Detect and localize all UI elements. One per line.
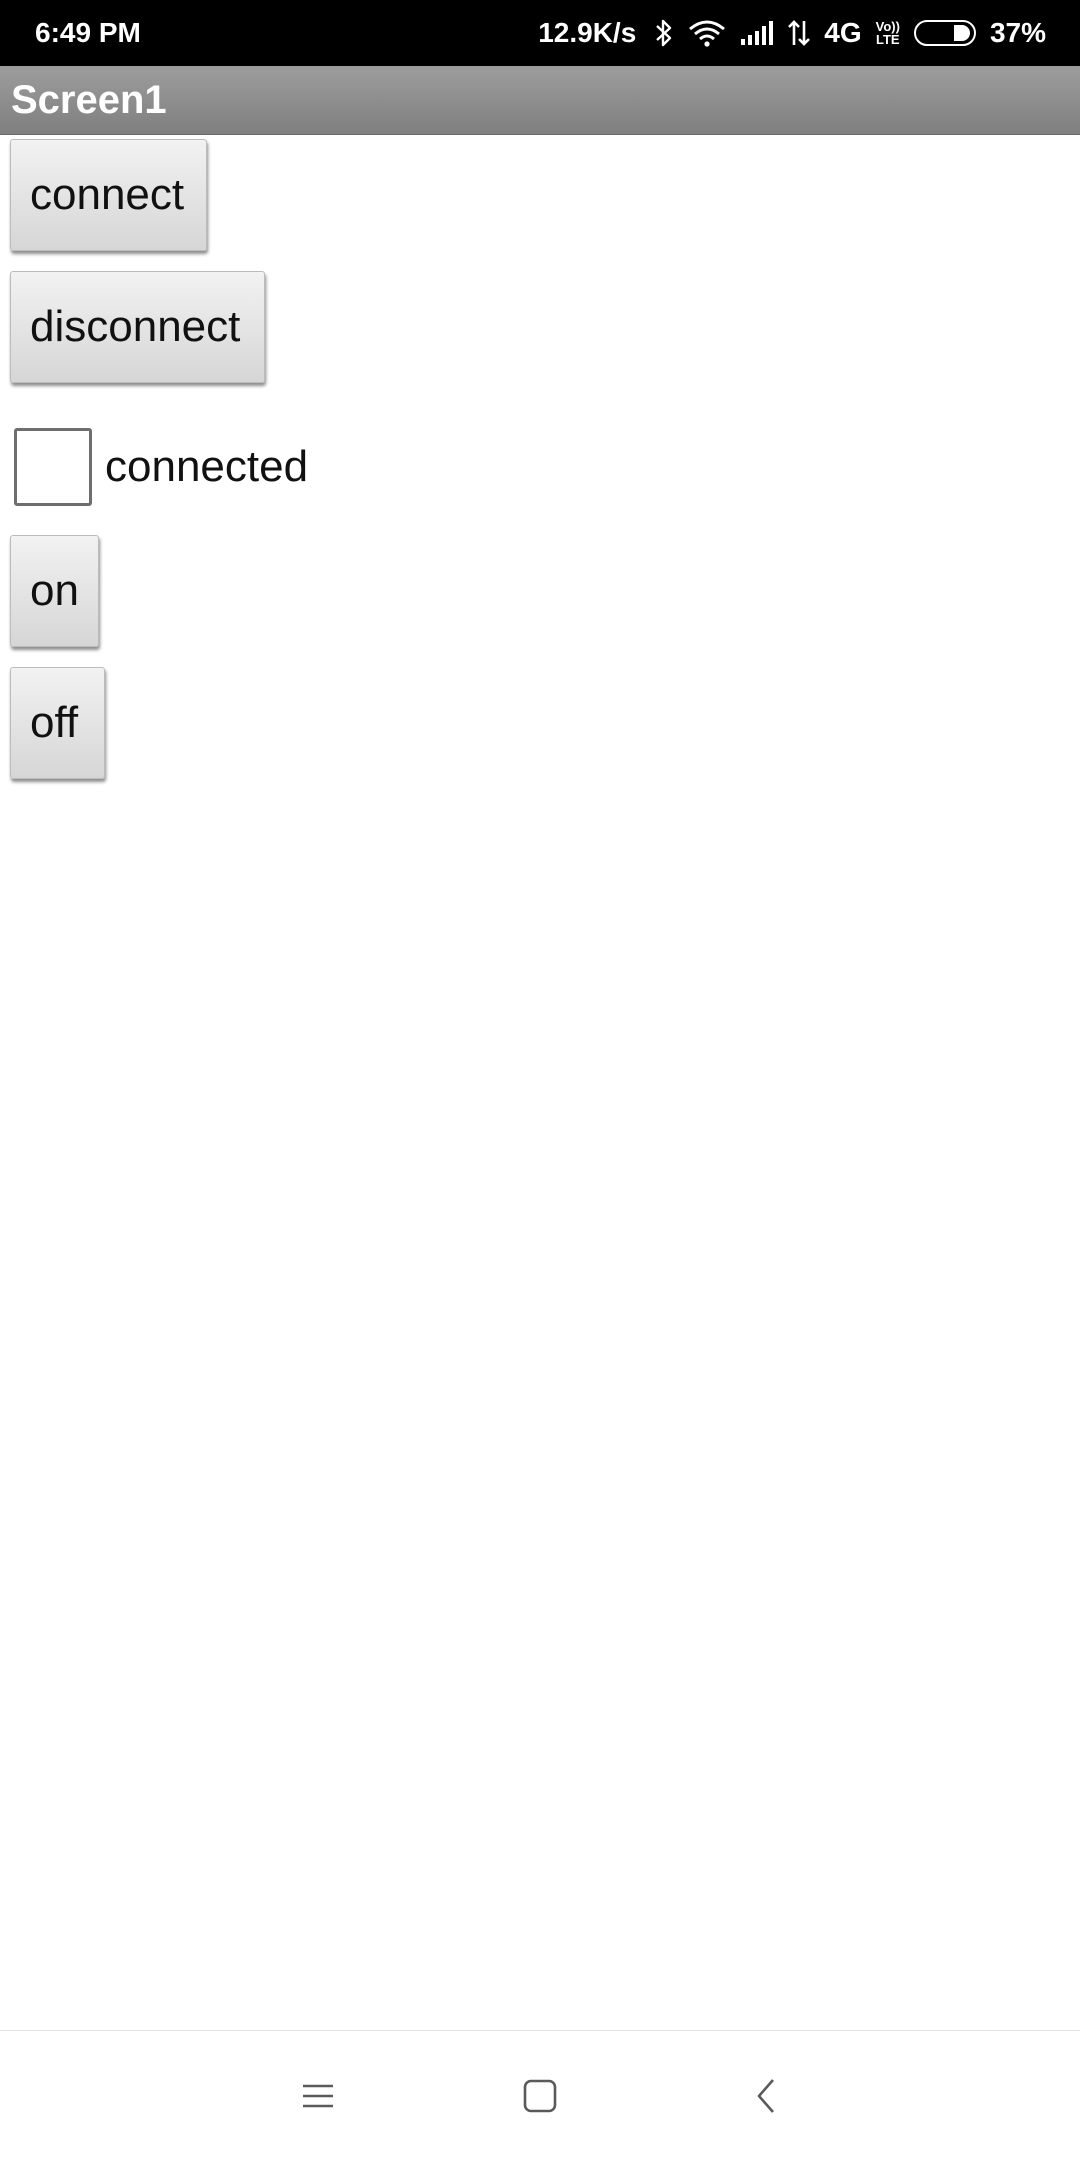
status-bar: 6:49 PM 12.9K/s 4G Vo)) LTE 37% [0,0,1080,66]
page-title: Screen1 [11,78,167,122]
status-icons: 12.9K/s 4G Vo)) LTE 37% [538,0,1046,66]
off-button[interactable]: off [10,667,105,779]
home-icon [523,2079,557,2113]
back-icon [757,2079,774,2113]
bluetooth-icon [654,18,674,48]
data-arrows-icon [788,19,811,47]
volte-bottom: LTE [876,32,900,47]
volte-icon: Vo)) LTE [876,20,900,46]
network-speed: 12.9K/s [538,17,637,48]
menu-button[interactable] [258,2031,378,2161]
back-button[interactable] [706,2031,826,2161]
title-bar: Screen1 [0,66,1080,135]
battery-level [953,25,970,41]
network-type: 4G [824,17,862,48]
battery-percent: 37% [989,17,1046,48]
connected-checkbox[interactable] [14,428,92,506]
status-time: 6:49 PM [35,17,141,48]
wifi-icon [688,19,726,47]
connected-checkbox-row[interactable]: connected [14,428,308,506]
battery-icon [913,20,976,46]
home-button[interactable] [480,2031,600,2161]
on-button[interactable]: on [10,535,99,647]
menu-icon [303,2084,333,2108]
connected-checkbox-label: connected [105,442,309,491]
disconnect-button[interactable]: disconnect [10,271,265,383]
connect-button[interactable]: connect [10,139,207,251]
navigation-bar [0,2030,1080,2161]
signal-icon [740,20,774,46]
